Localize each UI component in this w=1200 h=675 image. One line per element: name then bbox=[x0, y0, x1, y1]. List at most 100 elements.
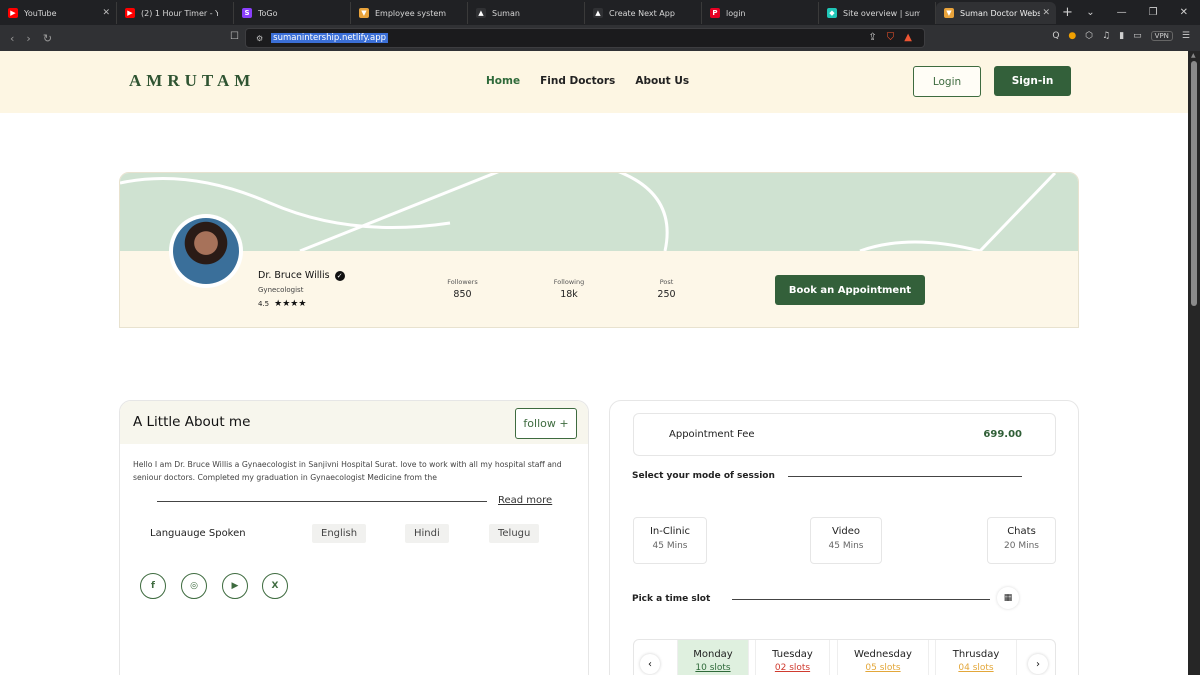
follow-button[interactable]: follow + bbox=[515, 408, 577, 439]
share-icon[interactable]: ⇪ bbox=[868, 32, 876, 43]
browser-toolbar: ‹ › ↻ ☐ ⚙ sumanintership.netlify.app ⇪ ⛉… bbox=[0, 25, 1200, 51]
forward-icon[interactable]: › bbox=[26, 32, 30, 45]
mode-title: Video bbox=[831, 526, 861, 537]
tab-favicon-icon: ▼ bbox=[944, 8, 954, 18]
page-scrollbar[interactable]: ▲ bbox=[1188, 51, 1200, 675]
mode-label: Select your mode of session bbox=[632, 471, 775, 481]
extension-orange-icon[interactable]: ● bbox=[1068, 31, 1076, 41]
next-day-icon[interactable]: › bbox=[1028, 654, 1048, 674]
address-bar[interactable]: ⚙ sumanintership.netlify.app ⇪ ⛉ ▲ bbox=[245, 28, 925, 48]
tab-title: login bbox=[726, 8, 746, 18]
browser-tab[interactable]: ▲ Create Next App bbox=[585, 2, 702, 24]
youtube-icon[interactable]: ▶ bbox=[222, 573, 248, 599]
rating-value: 4.5 bbox=[258, 300, 270, 308]
sidebar-icon[interactable]: ▮ bbox=[1119, 31, 1124, 41]
mode-title: In-Clinic bbox=[649, 526, 691, 537]
menu-icon[interactable]: ☰ bbox=[1182, 31, 1190, 41]
url-text[interactable]: sumanintership.netlify.app bbox=[271, 33, 388, 43]
verified-icon: ✓ bbox=[334, 270, 345, 281]
stat-label: Following bbox=[553, 278, 585, 286]
mode-chats[interactable]: Chats 20 Mins bbox=[987, 517, 1056, 564]
vpn-button[interactable]: VPN bbox=[1150, 31, 1173, 41]
window-controls: ⌄ — ❐ ✕ bbox=[1086, 0, 1200, 25]
fee-value: 699.00 bbox=[983, 429, 1022, 440]
instagram-icon[interactable]: ◎ bbox=[181, 573, 207, 599]
back-icon[interactable]: ‹ bbox=[10, 32, 14, 45]
day-slots-count: 02 slots bbox=[774, 663, 811, 673]
tab-title: Create Next App bbox=[609, 8, 675, 18]
close-window-icon[interactable]: ✕ bbox=[1180, 7, 1188, 18]
tab-favicon-icon: ▶ bbox=[8, 8, 18, 18]
mode-in-clinic[interactable]: In-Clinic 45 Mins bbox=[633, 517, 707, 564]
tab-search-icon[interactable]: ⌄ bbox=[1086, 7, 1094, 18]
day-name: Wednesday bbox=[854, 649, 912, 660]
mode-duration: 45 Mins bbox=[828, 541, 864, 551]
book-appointment-button[interactable]: Book an Appointment bbox=[775, 275, 925, 305]
bookmark-icon[interactable]: ☐ bbox=[230, 31, 239, 42]
brave-shield-icon[interactable]: ⛉ bbox=[887, 32, 895, 43]
browser-tab[interactable]: ▼ Suman Doctor Website✕ bbox=[936, 2, 1056, 24]
tab-title: ToGo bbox=[258, 8, 278, 18]
stat-label: Followers bbox=[447, 278, 478, 286]
rewards-icon[interactable]: ▲ bbox=[904, 32, 912, 43]
tab-title: Site overview | sumanintership bbox=[843, 8, 920, 18]
stat-label: Post bbox=[659, 278, 674, 286]
stat-value: 18k bbox=[560, 289, 578, 300]
language-chip-english: English bbox=[312, 524, 367, 543]
facebook-icon[interactable]: f bbox=[140, 573, 166, 599]
tab-favicon-icon: ▼ bbox=[359, 8, 369, 18]
tab-favicon-icon: ▶ bbox=[125, 8, 135, 18]
doctor-profile-card: Dr. Bruce Willis ✓ Gynecologist 4.5 ★★★★… bbox=[119, 172, 1079, 328]
scroll-up-icon[interactable]: ▲ bbox=[1191, 52, 1196, 59]
reload-icon[interactable]: ↻ bbox=[43, 32, 52, 45]
browser-tab[interactable]: ▼ Employee system bbox=[351, 2, 468, 24]
browser-tab[interactable]: ◆ Site overview | sumanintership bbox=[819, 2, 936, 24]
browser-tab[interactable]: ▶ (2) 1 Hour Timer - YouTube bbox=[117, 2, 234, 24]
nav-home[interactable]: Home bbox=[486, 75, 520, 87]
close-tab-icon[interactable]: ✕ bbox=[1042, 8, 1050, 18]
day-thursday[interactable]: Thrusday 04 slots bbox=[935, 640, 1017, 675]
main-nav: Home Find Doctors About Us bbox=[486, 75, 689, 87]
browser-tab[interactable]: ▲ Suman bbox=[468, 2, 585, 24]
doctor-rating: 4.5 ★★★★ bbox=[258, 299, 306, 309]
minimize-icon[interactable]: — bbox=[1117, 7, 1127, 18]
stat-value: 250 bbox=[657, 289, 676, 300]
scrollbar-thumb[interactable] bbox=[1191, 61, 1197, 306]
extension-q-icon[interactable]: Q bbox=[1052, 31, 1059, 41]
browser-tab[interactable]: S ToGo bbox=[234, 2, 351, 24]
prev-day-icon[interactable]: ‹ bbox=[640, 654, 660, 674]
tab-favicon-icon: ▲ bbox=[593, 8, 603, 18]
signin-button[interactable]: Sign-in bbox=[994, 66, 1071, 96]
stat-followers: Followers 850 bbox=[445, 278, 480, 300]
extensions-icon[interactable]: ⬡ bbox=[1085, 31, 1093, 41]
day-tuesday[interactable]: Tuesday 02 slots bbox=[755, 640, 830, 675]
about-text: Hello I am Dr. Bruce Willis a Gynaecolog… bbox=[133, 460, 562, 482]
x-icon[interactable]: X bbox=[262, 573, 288, 599]
doctor-specialty: Gynecologist bbox=[258, 286, 304, 294]
mode-duration: 45 Mins bbox=[652, 541, 688, 551]
wallet-icon[interactable]: ▭ bbox=[1133, 31, 1142, 41]
browser-tab[interactable]: Plogin bbox=[702, 2, 819, 24]
nav-find-doctors[interactable]: Find Doctors bbox=[540, 75, 615, 87]
login-button[interactable]: Login bbox=[913, 66, 981, 97]
site-header: AMRUTAM Home Find Doctors About Us Login… bbox=[0, 51, 1188, 113]
divider bbox=[788, 476, 1022, 477]
new-tab-button[interactable]: + bbox=[1062, 5, 1073, 20]
day-wednesday[interactable]: Wednesday 05 slots bbox=[837, 640, 929, 675]
site-logo[interactable]: AMRUTAM bbox=[129, 71, 255, 91]
restore-icon[interactable]: ❐ bbox=[1149, 7, 1158, 18]
day-slots: ‹ Monday 10 slots Tuesday 02 slots Wedne… bbox=[633, 639, 1056, 675]
browser-tab[interactable]: ▶ YouTube ✕ bbox=[0, 2, 117, 24]
about-card: A Little About me follow + Hello I am Dr… bbox=[119, 400, 589, 675]
tab-title: Suman Doctor Website bbox=[960, 8, 1040, 18]
site-info-icon[interactable]: ⚙ bbox=[256, 34, 263, 43]
close-tab-icon[interactable]: ✕ bbox=[102, 8, 110, 18]
media-icon[interactable]: ♫ bbox=[1102, 31, 1110, 41]
mode-video[interactable]: Video 45 Mins bbox=[810, 517, 882, 564]
calendar-icon[interactable]: ▦ bbox=[997, 587, 1019, 609]
day-monday[interactable]: Monday 10 slots bbox=[677, 640, 749, 675]
nav-about-us[interactable]: About Us bbox=[635, 75, 689, 87]
doctor-avatar bbox=[169, 214, 243, 288]
read-more-link[interactable]: Read more bbox=[498, 495, 552, 506]
day-slots-count: 10 slots bbox=[695, 663, 731, 673]
